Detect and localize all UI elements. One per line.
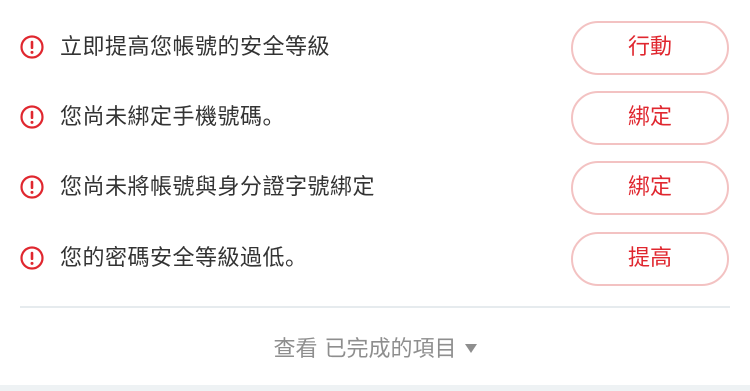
bind-id-button[interactable]: 綁定 bbox=[571, 161, 729, 215]
action-button-act[interactable]: 行動 bbox=[571, 21, 729, 75]
task-label: 您的密碼安全等級過低。 bbox=[60, 246, 308, 271]
task-label: 立即提高您帳號的安全等級 bbox=[60, 35, 331, 60]
task-row-password-level: 您的密碼安全等級過低。 提高 bbox=[0, 224, 750, 294]
raise-password-level-button[interactable]: 提高 bbox=[571, 232, 729, 286]
task-row-bind-phone: 您尚未綁定手機號碼。 綁定 bbox=[0, 83, 750, 153]
bottom-divider-strip bbox=[0, 385, 750, 391]
view-completed-label: 查看 已完成的項目 bbox=[273, 337, 457, 362]
alert-circle-icon bbox=[20, 175, 44, 199]
task-label: 您尚未將帳號與身分證字號綁定 bbox=[60, 175, 376, 200]
view-completed-toggle[interactable]: 查看 已完成的項目 bbox=[0, 330, 750, 370]
task-row-bind-id: 您尚未將帳號與身分證字號綁定 綁定 bbox=[0, 153, 750, 223]
divider bbox=[20, 306, 730, 308]
alert-circle-icon bbox=[20, 105, 44, 129]
alert-circle-icon bbox=[20, 246, 44, 270]
bind-phone-button[interactable]: 綁定 bbox=[571, 91, 729, 145]
security-tasks-panel: 立即提高您帳號的安全等級 行動 您尚未綁定手機號碼。 綁定 您尚未將帳號與身分證… bbox=[0, 0, 750, 391]
caret-down-icon bbox=[464, 344, 477, 353]
alert-circle-icon bbox=[20, 35, 44, 59]
task-label: 您尚未綁定手機號碼。 bbox=[60, 105, 286, 130]
task-row-security-level: 立即提高您帳號的安全等級 行動 bbox=[0, 13, 750, 83]
